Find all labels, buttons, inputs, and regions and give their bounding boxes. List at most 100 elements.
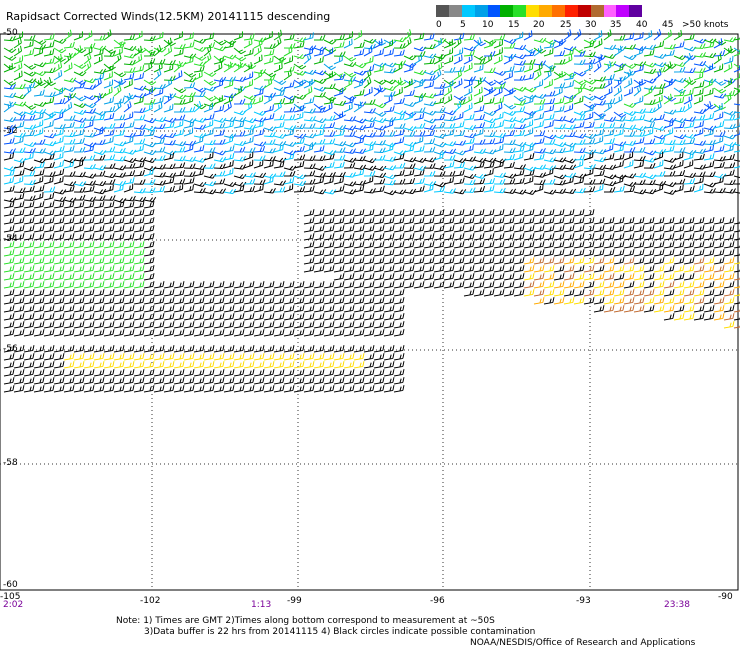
wind-barb <box>43 111 54 121</box>
wind-barb <box>323 225 335 233</box>
wind-barb <box>453 209 465 217</box>
wind-barb <box>183 106 196 113</box>
wind-barb <box>83 345 95 353</box>
wind-barb <box>653 180 667 187</box>
wind-barb <box>533 217 545 225</box>
wind-barb <box>653 148 667 155</box>
wind-barb <box>453 161 465 169</box>
wind-barb <box>133 225 145 233</box>
wind-barb <box>543 97 556 105</box>
wind-barb <box>663 43 676 50</box>
wind-barb <box>253 289 265 297</box>
wind-barb <box>513 289 525 297</box>
wind-barb <box>393 249 405 257</box>
wind-barb <box>73 201 85 209</box>
wind-barb <box>703 265 715 273</box>
wind-barb <box>683 33 695 41</box>
wind-barb <box>563 265 575 273</box>
wind-barb <box>13 321 25 329</box>
wind-barb <box>373 305 385 313</box>
wind-barb <box>653 225 665 233</box>
wind-barb <box>483 138 496 145</box>
wind-barb <box>683 249 695 257</box>
wind-barb <box>623 217 635 225</box>
wind-barb <box>383 377 395 385</box>
wind-barb <box>603 53 617 59</box>
wind-barb <box>63 265 75 273</box>
wind-barb <box>713 145 725 153</box>
wind-barb <box>73 273 85 281</box>
wind-barb <box>573 257 585 265</box>
wind-barb <box>473 113 485 121</box>
wind-barb <box>463 49 475 57</box>
wind-barb <box>193 61 207 67</box>
wind-barb <box>413 217 425 225</box>
wind-barb <box>243 33 255 41</box>
wind-barb <box>273 62 283 73</box>
wind-barb <box>483 273 495 281</box>
wind-barb <box>573 249 585 257</box>
wind-barb <box>613 128 624 137</box>
wind-barb <box>363 165 377 171</box>
wind-barb <box>123 369 135 377</box>
wind-barb <box>453 47 464 57</box>
wind-barb <box>723 55 734 65</box>
wind-barb <box>123 67 136 73</box>
wind-barb <box>53 61 63 73</box>
wind-barb <box>323 369 335 377</box>
wind-barb <box>23 369 35 377</box>
wind-barb <box>223 313 235 321</box>
wind-barb <box>563 249 575 257</box>
wind-barb <box>733 145 740 153</box>
wind-barb <box>603 137 615 145</box>
wind-barb <box>43 91 56 98</box>
wind-barb <box>173 345 185 353</box>
wind-barb <box>413 233 425 241</box>
wind-barb <box>263 385 275 393</box>
wind-barb <box>713 305 725 313</box>
wind-barb <box>303 45 317 51</box>
wind-barb <box>563 131 576 138</box>
wind-barb <box>593 164 607 170</box>
wind-barb <box>83 321 95 329</box>
wind-barb <box>83 217 95 225</box>
wind-barb <box>563 225 575 233</box>
wind-barb <box>33 257 45 265</box>
wind-barb <box>43 377 55 385</box>
wind-barb <box>53 217 65 225</box>
wind-barb <box>513 273 525 281</box>
wind-barb <box>453 95 467 101</box>
wind-barb <box>93 265 105 273</box>
wind-barb <box>693 217 705 225</box>
wind-barb <box>633 297 645 305</box>
wind-barb <box>123 345 135 353</box>
wind-barb <box>303 107 316 114</box>
wind-barb <box>103 321 115 329</box>
wind-barb <box>233 321 245 329</box>
wind-barb <box>173 289 185 297</box>
wind-barb <box>23 385 35 393</box>
wind-barb <box>13 62 23 73</box>
wind-barb <box>213 122 226 129</box>
wind-barb <box>203 385 215 393</box>
wind-barb <box>343 209 355 217</box>
wind-barb <box>363 305 375 313</box>
wind-barb <box>213 313 225 321</box>
wind-barb <box>363 233 375 241</box>
wind-barb <box>3 249 15 257</box>
wind-barb <box>733 173 740 179</box>
wind-barb <box>623 181 637 187</box>
wind-barb <box>453 189 467 195</box>
wind-barb <box>103 313 115 321</box>
wind-barb <box>313 321 325 329</box>
wind-barb <box>43 329 55 337</box>
wind-barb <box>573 217 585 225</box>
wind-barb <box>503 116 517 123</box>
wind-barb <box>673 217 685 225</box>
wind-barb <box>113 281 125 289</box>
wind-barb <box>533 209 545 217</box>
wind-barb <box>123 183 134 193</box>
wind-barb <box>303 305 315 313</box>
wind-barb <box>563 233 575 241</box>
wind-barb <box>383 105 395 113</box>
